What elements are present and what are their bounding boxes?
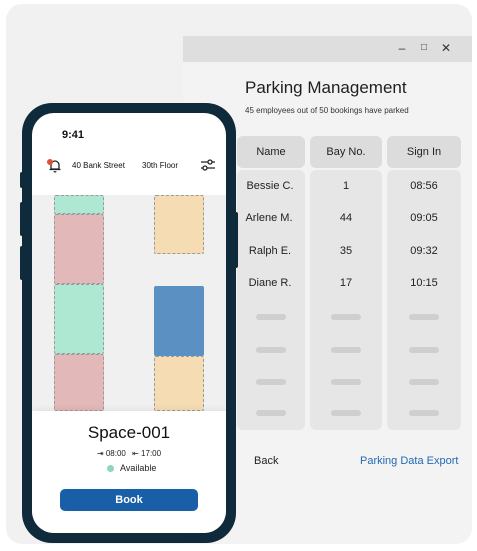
book-button[interactable]: Book — [60, 489, 198, 511]
table-cell-name: Bessie C. — [246, 180, 294, 192]
minimize-icon[interactable]: – — [395, 40, 409, 56]
column-name — [237, 170, 305, 430]
parking-spot-available[interactable] — [54, 195, 104, 214]
column-header-bay[interactable]: Bay No. — [310, 136, 382, 168]
location-floor[interactable]: 30th Floor — [142, 161, 178, 170]
location-address: 40 Bank Street — [72, 161, 125, 170]
status-label: Available — [120, 463, 157, 473]
table-cell-sign-in: 09:32 — [410, 245, 438, 257]
parking-spot-available[interactable] — [54, 284, 104, 354]
table-cell-bay: 35 — [339, 245, 353, 257]
time-from: 08:00 — [105, 449, 126, 458]
space-name: Space-001 — [87, 423, 171, 442]
parking-spot-selected[interactable] — [154, 286, 204, 356]
parking-map — [32, 195, 226, 411]
column-bay — [310, 170, 382, 430]
column-sign-in — [387, 170, 461, 430]
placeholder-bar — [409, 379, 439, 385]
column-header-name[interactable]: Name — [237, 136, 305, 168]
parking-data-export-link[interactable]: Parking Data Export — [360, 455, 458, 467]
title-bar: – □ ✕ — [183, 36, 472, 62]
placeholder-bar — [256, 410, 286, 416]
status-dot — [107, 465, 114, 472]
table-cell-name: Diane R. — [248, 277, 292, 289]
status-time: 9:41 — [62, 129, 85, 141]
maximize-icon[interactable]: □ — [417, 40, 431, 56]
table-cell-bay: 44 — [339, 212, 353, 224]
table-cell-bay: 1 — [342, 180, 350, 192]
table-cell-name: Arlene M. — [245, 212, 293, 224]
notification-dot — [47, 159, 53, 165]
placeholder-bar — [331, 347, 361, 353]
parking-spot-reserved[interactable] — [154, 195, 204, 254]
table-cell-name: Ralph E. — [248, 245, 292, 257]
page-subtitle: 45 employees out of 50 bookings have par… — [245, 106, 409, 115]
sign-out-icon: ⇤ — [132, 449, 139, 458]
parking-spot-reserved[interactable] — [154, 356, 204, 411]
phone-frame: 9:41 40 Bank Street 30th Floor Space-001… — [22, 103, 236, 543]
placeholder-bar — [409, 410, 439, 416]
table-cell-sign-in: 09:05 — [410, 212, 438, 224]
sign-in-icon: ⇥ — [96, 449, 104, 458]
placeholder-bar — [256, 379, 286, 385]
close-icon[interactable]: ✕ — [439, 40, 453, 56]
column-header-sign-in[interactable]: Sign In — [387, 136, 461, 168]
back-button[interactable]: Back — [254, 455, 278, 467]
table-cell-sign-in: 08:56 — [410, 180, 438, 192]
filter-icon[interactable] — [200, 156, 216, 174]
time-to: 17:00 — [141, 449, 162, 458]
phone-screen: 9:41 40 Bank Street 30th Floor Space-001… — [32, 113, 226, 533]
placeholder-bar — [409, 347, 439, 353]
parking-spot-occupied[interactable] — [54, 354, 104, 411]
page-title: Parking Management — [245, 78, 407, 97]
space-details-sheet: Space-001 ⇥ 08:00 ⇤ 17:00 Available Book — [32, 411, 226, 533]
booking-times: ⇥ 08:00 ⇤ 17:00 — [32, 449, 226, 458]
table-cell-sign-in: 10:15 — [410, 277, 438, 289]
table-cell-bay: 17 — [339, 277, 353, 289]
placeholder-bar — [256, 347, 286, 353]
placeholder-bar — [331, 379, 361, 385]
placeholder-bar — [256, 314, 286, 320]
placeholder-bar — [331, 314, 361, 320]
placeholder-bar — [409, 314, 439, 320]
parking-spot-occupied[interactable] — [54, 214, 104, 284]
placeholder-bar — [331, 410, 361, 416]
